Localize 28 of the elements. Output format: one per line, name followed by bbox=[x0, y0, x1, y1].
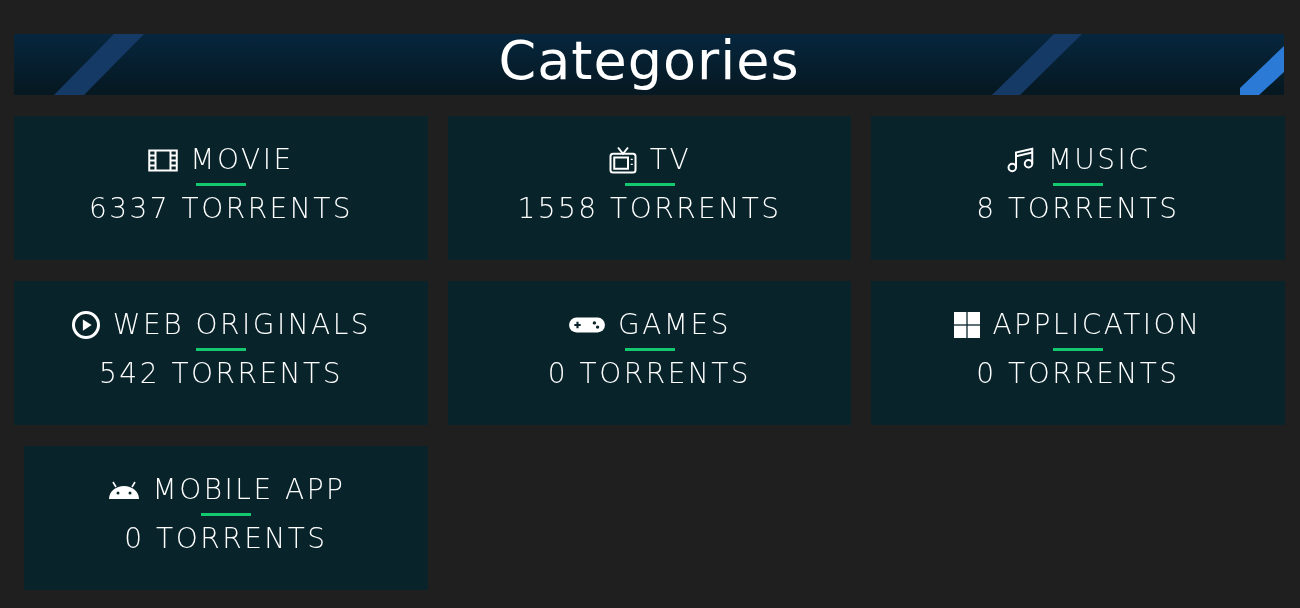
torrent-count: 6337 TORRENTS bbox=[88, 192, 354, 226]
windows-logo-icon bbox=[954, 312, 981, 338]
page-title: Categories bbox=[498, 30, 800, 91]
category-name: GAMES bbox=[618, 308, 731, 342]
torrent-count: 8 TORRENTS bbox=[976, 192, 1180, 226]
category-card[interactable]: MOBILE APP 0 TORRENTS bbox=[24, 446, 428, 590]
torrent-count: 0 TORRENTS bbox=[976, 357, 1180, 391]
category-name: TV bbox=[649, 143, 692, 177]
category-card[interactable]: GAMES 0 TORRENTS bbox=[448, 281, 851, 425]
torrent-count: 0 TORRENTS bbox=[547, 357, 752, 391]
category-name: WEB ORIGINALS bbox=[112, 308, 372, 342]
film-icon bbox=[148, 147, 179, 173]
torrent-count: 1558 TORRENTS bbox=[517, 192, 782, 226]
category-name: MOBILE APP bbox=[152, 473, 346, 507]
category-card[interactable]: MOVIE 6337 TORRENTS bbox=[14, 116, 428, 260]
torrent-count: 542 TORRENTS bbox=[99, 357, 343, 391]
category-name: MUSIC bbox=[1047, 143, 1151, 177]
play-circle-icon bbox=[70, 310, 101, 340]
category-card[interactable]: APPLICATION 0 TORRENTS bbox=[871, 281, 1285, 425]
category-card[interactable]: MUSIC 8 TORRENTS bbox=[871, 116, 1285, 260]
category-card[interactable]: TV 1558 TORRENTS bbox=[448, 116, 851, 260]
category-card[interactable]: WEB ORIGINALS 542 TORRENTS bbox=[14, 281, 428, 425]
category-name: APPLICATION bbox=[992, 308, 1202, 342]
android-robot-icon bbox=[106, 480, 141, 500]
tv-icon bbox=[607, 145, 638, 175]
torrent-count: 0 TORRENTS bbox=[124, 522, 328, 556]
music-note-icon bbox=[1005, 145, 1036, 175]
category-name: MOVIE bbox=[190, 143, 294, 177]
